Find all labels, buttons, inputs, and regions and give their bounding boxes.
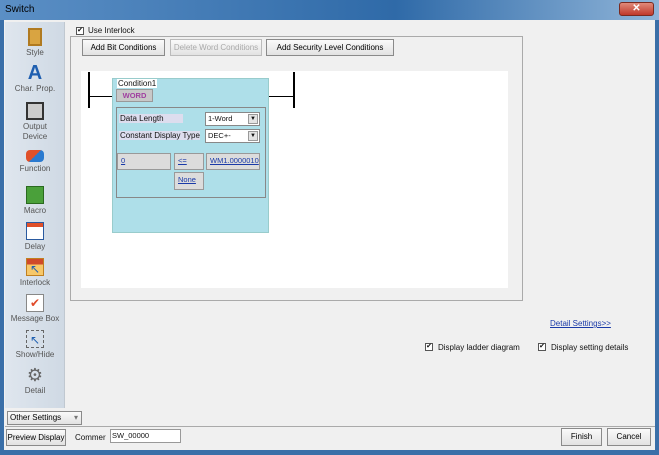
data-length-select[interactable]: 1-Word ▼ — [205, 112, 260, 126]
close-button[interactable]: ✕ — [619, 2, 654, 16]
sidebar-item-output-device[interactable]: Output Device — [5, 102, 65, 142]
comment-label: Commer — [75, 433, 106, 442]
sidebar-item-label: Char. Prop. — [14, 84, 56, 93]
add-security-level-conditions-button[interactable]: Add Security Level Conditions — [266, 39, 394, 56]
display-ladder-label: Display ladder diagram — [438, 343, 520, 352]
sidebar-item-label: Macro — [23, 206, 47, 215]
sidebar-item-interlock[interactable]: ↖ Interlock — [5, 258, 65, 288]
message-box-icon: ✔ — [26, 294, 44, 312]
sidebar-item-label: Message Box — [10, 314, 60, 323]
footer-divider — [5, 426, 655, 427]
condition-title: Condition1 — [117, 79, 158, 88]
preview-display-button[interactable]: Preview Display — [6, 429, 66, 446]
device-address-link[interactable]: WM1.0000010 — [206, 153, 260, 170]
title-bar — [0, 0, 659, 20]
sidebar-item-style[interactable]: Style — [5, 28, 65, 58]
cancel-button[interactable]: Cancel — [607, 428, 651, 446]
ladder-left-rail — [88, 72, 90, 108]
display-type-select[interactable]: DEC+- ▼ — [205, 129, 260, 143]
display-ladder-checkbox[interactable]: ✔ — [425, 343, 433, 351]
window-title: Switch — [5, 4, 35, 15]
data-length-value: 1-Word — [208, 114, 233, 123]
sidebar-item-label: Function — [19, 164, 51, 173]
none-link[interactable]: None — [174, 172, 204, 190]
use-interlock-label: Use Interlock — [88, 26, 135, 35]
sidebar-item-label: Output Device — [22, 122, 48, 141]
shapes-icon — [26, 150, 44, 162]
display-type-label: Constant Display Type — [119, 131, 200, 140]
sidebar-item-char-prop[interactable]: A Char. Prop. — [5, 62, 65, 94]
other-settings-label: Other Settings — [10, 413, 62, 422]
display-details-label: Display setting details — [551, 343, 629, 352]
chevron-down-icon: ▼ — [248, 114, 258, 124]
ladder-wire — [88, 96, 113, 97]
show-hide-icon: ↖ — [26, 330, 44, 348]
sidebar-item-delay[interactable]: Delay — [5, 222, 65, 252]
sidebar-item-function[interactable]: Function — [5, 150, 65, 174]
chevron-down-icon: ▼ — [248, 131, 258, 141]
sidebar-item-macro[interactable]: Macro — [5, 186, 65, 216]
operator-link[interactable]: <= — [174, 153, 204, 170]
sidebar-item-label: Interlock — [19, 278, 51, 287]
gear-icon: ⚙ — [26, 365, 44, 385]
letter-a-icon: A — [27, 62, 43, 84]
sidebar-item-detail[interactable]: ⚙ Detail — [5, 366, 65, 396]
macro-icon — [26, 186, 44, 204]
delete-word-conditions-button[interactable]: Delete Word Conditions — [170, 39, 262, 56]
finish-button[interactable]: Finish — [561, 428, 602, 446]
ladder-right-rail — [293, 72, 295, 108]
display-details-checkbox[interactable]: ✔ — [538, 343, 546, 351]
delay-icon — [26, 222, 44, 240]
sidebar: Style A Char. Prop. Output Device Functio… — [5, 22, 65, 408]
sidebar-item-label: Detail — [24, 386, 46, 395]
use-interlock-checkbox[interactable]: ✔ — [76, 27, 84, 35]
constant-value-link[interactable]: 0 — [117, 153, 171, 170]
other-settings-dropdown[interactable]: Other Settings ▾ — [7, 411, 82, 425]
detail-settings-link[interactable]: Detail Settings>> — [550, 319, 611, 328]
add-bit-conditions-button[interactable]: Add Bit Conditions — [82, 39, 165, 56]
comment-input[interactable]: SW_00000 — [110, 429, 181, 443]
display-type-value: DEC+- — [208, 131, 231, 140]
sidebar-item-label: Delay — [24, 242, 46, 251]
condition-type-badge: WORD — [116, 89, 153, 102]
chevron-down-icon: ▾ — [73, 413, 78, 422]
sidebar-item-label: Show/Hide — [15, 350, 55, 359]
sidebar-item-label: Style — [26, 48, 44, 57]
clipboard-icon — [28, 28, 42, 46]
switch-device-icon — [26, 102, 44, 120]
sidebar-item-message-box[interactable]: ✔ Message Box — [5, 294, 65, 324]
interlock-icon: ↖ — [26, 258, 44, 276]
ladder-wire — [269, 96, 294, 97]
sidebar-item-show-hide[interactable]: ↖ Show/Hide — [5, 330, 65, 360]
data-length-label: Data Length — [119, 114, 183, 123]
